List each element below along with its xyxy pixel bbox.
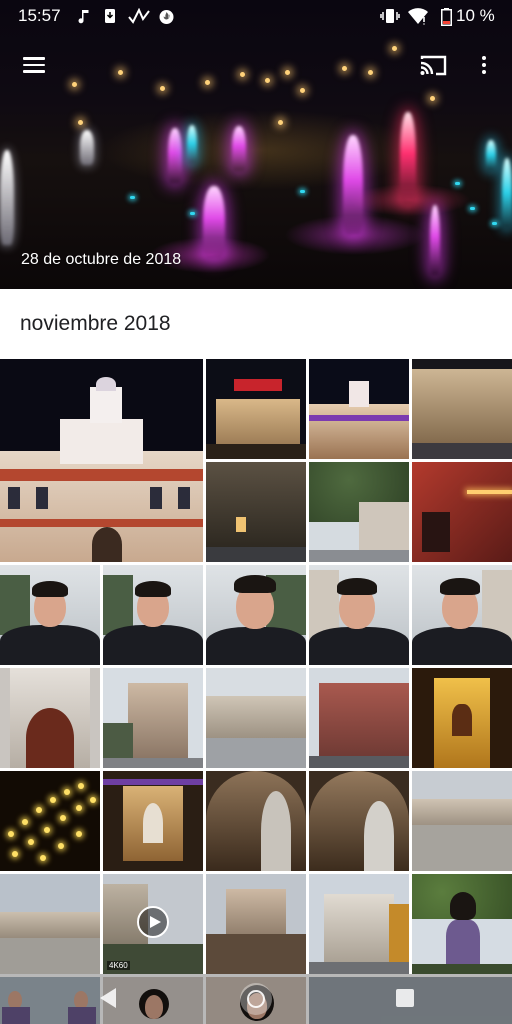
photo-thumbnail[interactable] [206,359,306,459]
photo-thumbnail[interactable] [206,565,306,665]
download-icon [105,9,115,23]
battery-icon [441,8,452,26]
video-thumbnail[interactable]: 4K60 [103,874,203,974]
status-time: 15:57 [18,6,61,25]
photo-thumbnail[interactable] [0,359,203,562]
video-quality-badge: 4K60 [107,961,130,970]
photo-thumbnail[interactable] [412,771,512,871]
back-icon[interactable] [100,988,116,1008]
photo-thumbnail[interactable] [0,771,100,871]
more-options-button[interactable] [474,52,494,78]
photo-thumbnail[interactable] [309,874,409,974]
music-note-icon [78,10,89,24]
fire-icon [159,10,174,24]
photo-thumbnail[interactable] [206,462,306,562]
photo-thumbnail[interactable] [103,668,203,768]
memories-hero-photo[interactable] [0,0,512,289]
photo-thumbnail[interactable] [0,668,100,768]
month-header: noviembre 2018 [20,312,171,335]
cast-button[interactable] [418,52,448,78]
recents-icon[interactable] [396,989,414,1007]
cast-icon [420,55,447,76]
play-icon [137,906,169,938]
photo-thumbnail[interactable] [309,565,409,665]
photo-thumbnail[interactable] [412,462,512,562]
signal-check-icon [128,8,150,24]
photo-thumbnail[interactable] [412,359,512,459]
vibrate-icon [380,9,400,23]
photo-thumbnail[interactable] [309,359,409,459]
menu-button[interactable] [20,52,50,78]
photo-thumbnail[interactable] [412,874,512,974]
wifi-icon [408,8,428,25]
photo-thumbnail[interactable] [0,874,100,974]
home-icon[interactable] [240,983,272,1015]
hero-date-label: 28 de octubre de 2018 [21,251,182,268]
battery-percentage: 10 % [456,6,495,25]
photo-thumbnail[interactable] [103,565,203,665]
photo-thumbnail[interactable] [206,874,306,974]
photo-thumbnail[interactable] [309,668,409,768]
system-navigation-bar [0,974,512,1024]
photo-thumbnail[interactable] [103,771,203,871]
photo-thumbnail[interactable] [0,565,100,665]
status-bar: 15:57 10 % [0,0,512,32]
photo-thumbnail[interactable] [412,565,512,665]
photo-thumbnail[interactable] [412,668,512,768]
photo-thumbnail[interactable] [309,462,409,562]
photo-thumbnail[interactable] [206,771,306,871]
photo-thumbnail[interactable] [309,771,409,871]
photo-thumbnail[interactable] [206,668,306,768]
